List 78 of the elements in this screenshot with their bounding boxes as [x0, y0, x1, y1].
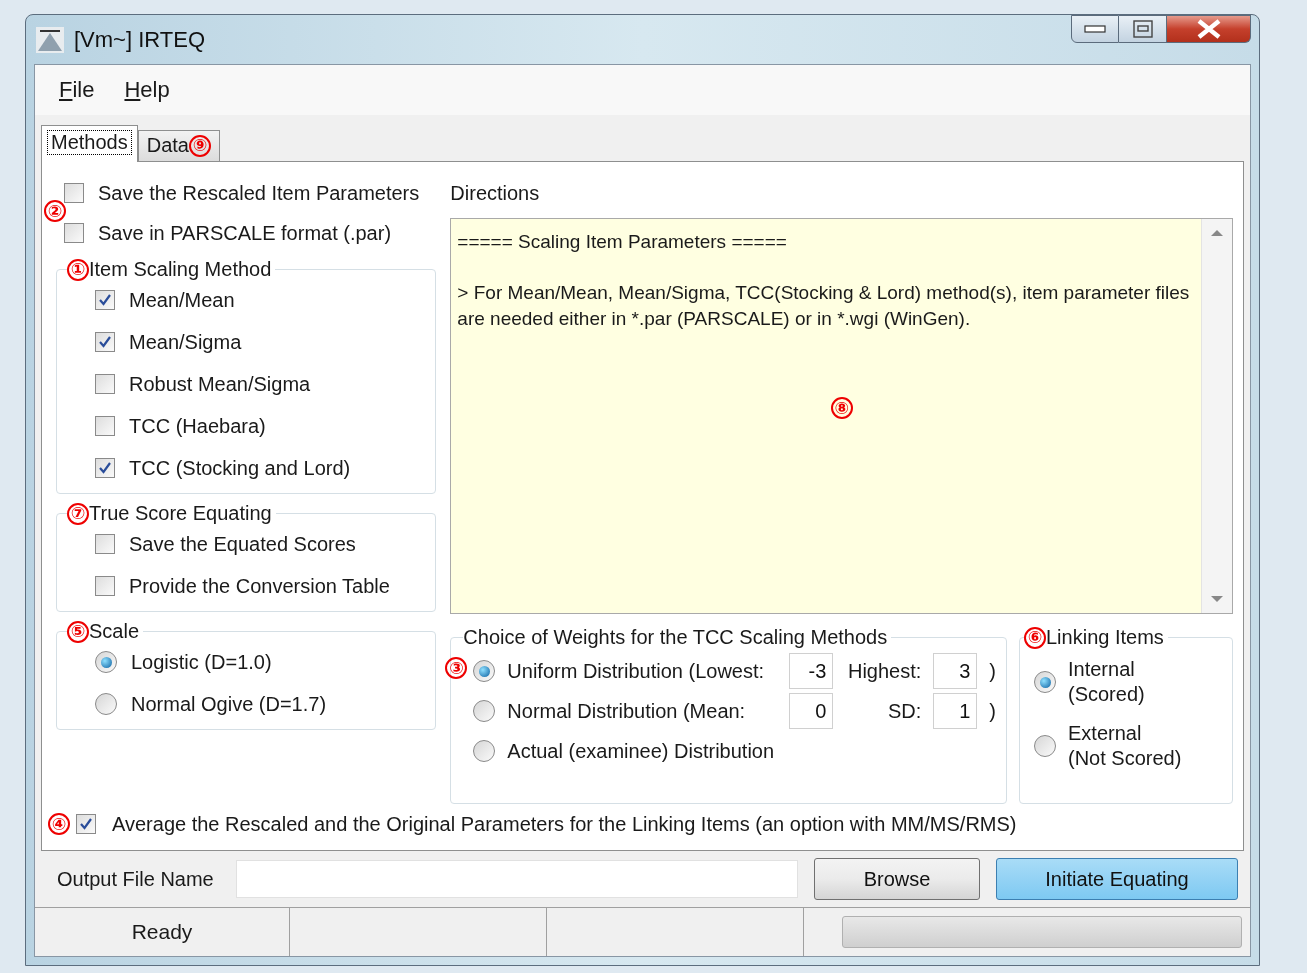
action-button[interactable]: Initiate Equating — [996, 858, 1238, 900]
annotation-number: ④ — [48, 813, 70, 835]
radio-button[interactable] — [473, 660, 496, 682]
status-text: Ready — [35, 908, 290, 956]
checkbox-label: Provide the Conversion Table — [129, 574, 390, 598]
checkbox[interactable] — [95, 290, 115, 310]
radio-button[interactable] — [95, 651, 117, 673]
radio-label: Logistic (D=1.0) — [131, 650, 272, 674]
scroll-down-icon — [1210, 595, 1224, 603]
checkbox-label: Robust Mean/Sigma — [129, 372, 311, 396]
group-title: Item Scaling Method — [89, 258, 272, 281]
app-icon — [34, 24, 66, 55]
directions-label: Directions — [450, 180, 541, 206]
checkbox-label: TCC (Stocking and Lord) — [129, 456, 351, 480]
checkbox[interactable] — [95, 374, 115, 394]
minimize-icon — [1084, 24, 1106, 34]
radio-label: Normal Distribution (Mean: — [507, 699, 747, 723]
field-label: SD: — [887, 699, 922, 723]
paren-text: ) — [989, 699, 996, 723]
close-icon — [1195, 19, 1222, 39]
maximize-button[interactable] — [1119, 15, 1167, 43]
radio-label: External (Not Scored) — [1068, 721, 1182, 771]
annotation-number: ⑤ — [67, 620, 89, 643]
annotation-number: ⑧ — [830, 397, 853, 420]
radio-button[interactable] — [1034, 735, 1056, 757]
window-title: [Vm~] IRTEQ — [74, 26, 205, 53]
maximize-icon — [1132, 20, 1153, 38]
checkbox[interactable] — [76, 814, 96, 834]
annotation-number: ① — [67, 258, 89, 281]
annotation-number: ⑨ — [188, 134, 211, 157]
annotation-number: ⑥ — [1024, 626, 1046, 649]
menu-item[interactable]: Help — [116, 73, 178, 107]
checkbox[interactable] — [95, 416, 115, 436]
checkbox[interactable] — [95, 458, 115, 478]
checkbox[interactable] — [64, 223, 84, 243]
radio-label: Actual (examinee) Distribution — [507, 739, 776, 763]
close-button[interactable] — [1167, 15, 1251, 43]
checkbox-label: Mean/Mean — [129, 288, 235, 312]
checkbox[interactable] — [64, 183, 84, 203]
radio-button[interactable] — [473, 700, 496, 722]
group-title: True Score Equating — [89, 502, 272, 525]
radio-label: Internal (Scored) — [1068, 657, 1145, 707]
radio-label: Normal Ogive (D=1.7) — [131, 692, 327, 716]
checkbox-label: Save the Rescaled Item Parameters — [98, 181, 420, 205]
checkbox[interactable] — [95, 576, 115, 596]
radio-button[interactable] — [473, 740, 496, 762]
menu-item[interactable]: File — [51, 73, 103, 107]
group-title: Choice of Weights for the TCC Scaling Methods — [463, 626, 888, 649]
checkbox-label: TCC (Haebara) — [129, 414, 266, 438]
number-field[interactable]: -3 — [789, 653, 834, 689]
scroll-up-icon — [1210, 229, 1224, 237]
directions-text: > For Mean/Mean, Mean/Sigma, TCC(Stocking & Lord) method(s), item parameter files are needed either in *.par (PARSCALE) or in *.wgi (WinGen). — [457, 280, 1191, 332]
checkbox-label: Mean/Sigma — [129, 330, 242, 354]
checkbox-label: Average the Rescaled and the Original Parameters for the Linking Items (an option with MM/MS/RMS) — [112, 812, 1017, 836]
checkbox-label: Save the Equated Scores — [129, 532, 356, 556]
field-label: Highest: — [846, 659, 922, 683]
checkbox[interactable] — [95, 332, 115, 352]
radio-label: Uniform Distribution (Lowest: — [507, 659, 766, 683]
number-field[interactable]: 3 — [933, 653, 978, 689]
minimize-button[interactable] — [1071, 15, 1119, 43]
paren-text: ) — [989, 659, 996, 683]
checkbox-label: Save in PARSCALE format (.par) — [98, 221, 392, 245]
annotation-number: ③ — [445, 657, 468, 679]
output-file-field[interactable] — [235, 860, 798, 898]
group-title: Scale — [89, 620, 140, 643]
number-field[interactable]: 0 — [789, 693, 834, 729]
tab[interactable]: Data ⑨ — [137, 130, 220, 161]
radio-button[interactable] — [95, 693, 117, 715]
output-file-label: Output File Name — [57, 867, 214, 891]
tab[interactable]: Methods — [41, 125, 138, 162]
radio-button[interactable] — [1034, 671, 1056, 693]
group-title: Linking Items — [1046, 626, 1164, 649]
directions-text: ===== Scaling Item Parameters ===== — [457, 230, 788, 254]
scrollbar[interactable] — [1201, 219, 1232, 613]
annotation-number: ⑦ — [67, 502, 89, 525]
action-button[interactable]: Browse — [814, 858, 980, 900]
checkbox[interactable] — [95, 534, 115, 554]
number-field[interactable]: 1 — [933, 693, 978, 729]
